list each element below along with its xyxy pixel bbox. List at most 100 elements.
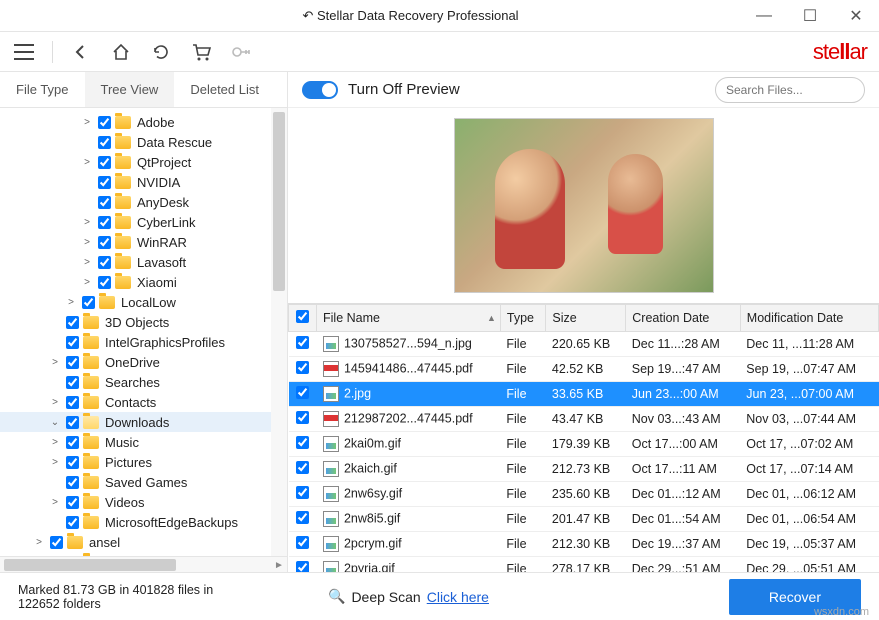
tree-item[interactable]: >Videos <box>0 492 287 512</box>
expand-arrow-icon[interactable]: > <box>80 257 94 268</box>
tree-checkbox[interactable] <box>66 496 79 509</box>
column-size[interactable]: Size <box>546 305 626 332</box>
column-type[interactable]: Type <box>500 305 546 332</box>
tree-item[interactable]: >Contacts <box>0 392 287 412</box>
tree-item[interactable]: >Adobe <box>0 112 287 132</box>
search-box[interactable]: 🔍 <box>715 77 865 103</box>
table-row[interactable]: 2.jpgFile33.65 KBJun 23...:00 AMJun 23, … <box>289 382 879 407</box>
table-row[interactable]: 2kaich.gifFile212.73 KBOct 17...:11 AMOc… <box>289 457 879 482</box>
tree-item[interactable]: 3D Objects <box>0 312 287 332</box>
tree-checkbox[interactable] <box>98 216 111 229</box>
tree-checkbox[interactable] <box>66 516 79 529</box>
table-row[interactable]: 2pyrja.gifFile278.17 KBDec 29...:51 AMDe… <box>289 557 879 573</box>
tree-item[interactable]: MicrosoftEdgeBackups <box>0 512 287 532</box>
tree-item[interactable]: >CyberLink <box>0 212 287 232</box>
row-checkbox[interactable] <box>296 361 309 374</box>
tree-checkbox[interactable] <box>66 376 79 389</box>
expand-arrow-icon[interactable]: > <box>80 237 94 248</box>
tree-checkbox[interactable] <box>98 236 111 249</box>
tab-tree-view[interactable]: Tree View <box>85 72 175 107</box>
tree-item[interactable]: Searches <box>0 372 287 392</box>
column-checkbox[interactable] <box>289 305 317 332</box>
expand-arrow-icon[interactable]: > <box>80 217 94 228</box>
table-row[interactable]: 2kai0m.gifFile179.39 KBOct 17...:00 AMOc… <box>289 432 879 457</box>
tree-item[interactable]: >Pictures <box>0 452 287 472</box>
tree-item[interactable]: Data Rescue <box>0 132 287 152</box>
column-filename[interactable]: File Name▲ <box>317 305 501 332</box>
tree-checkbox[interactable] <box>66 456 79 469</box>
tree-item[interactable]: >ansel <box>0 532 287 552</box>
tree-checkbox[interactable] <box>66 476 79 489</box>
tree-item[interactable]: >WinRAR <box>0 232 287 252</box>
tree-item[interactable]: >Xiaomi <box>0 272 287 292</box>
table-row[interactable]: 212987202...47445.pdfFile43.47 KBNov 03.… <box>289 407 879 432</box>
expand-arrow-icon[interactable]: ⌄ <box>48 417 62 428</box>
expand-arrow-icon[interactable]: > <box>48 457 62 468</box>
tree-item[interactable]: >QtProject <box>0 152 287 172</box>
close-button[interactable]: ✕ <box>833 0 879 32</box>
minimize-button[interactable]: — <box>741 0 787 32</box>
tab-file-type[interactable]: File Type <box>0 72 85 107</box>
table-row[interactable]: 2nw6sy.gifFile235.60 KBDec 01...:12 AMDe… <box>289 482 879 507</box>
tree-horizontal-scrollbar[interactable]: ◄ ► <box>0 556 287 572</box>
tree-item[interactable]: ⌄Downloads <box>0 412 287 432</box>
menu-icon[interactable] <box>12 40 36 64</box>
tree-checkbox[interactable] <box>66 336 79 349</box>
tree-checkbox[interactable] <box>98 256 111 269</box>
tree-checkbox[interactable] <box>66 396 79 409</box>
tree-item[interactable]: >OneDrive <box>0 352 287 372</box>
key-icon[interactable] <box>229 40 253 64</box>
deep-scan-link[interactable]: Click here <box>427 589 489 605</box>
expand-arrow-icon[interactable]: > <box>48 357 62 368</box>
tree-item[interactable]: AnyDesk <box>0 192 287 212</box>
tree-checkbox[interactable] <box>82 296 95 309</box>
column-creation-date[interactable]: Creation Date <box>626 305 741 332</box>
tree-checkbox[interactable] <box>98 196 111 209</box>
tree-item[interactable]: NVIDIA <box>0 172 287 192</box>
tree-item[interactable]: >LocalLow <box>0 292 287 312</box>
search-input[interactable] <box>726 83 879 97</box>
tree-checkbox[interactable] <box>98 176 111 189</box>
expand-arrow-icon[interactable]: > <box>80 117 94 128</box>
row-checkbox[interactable] <box>296 536 309 549</box>
tree-checkbox[interactable] <box>66 356 79 369</box>
expand-arrow-icon[interactable]: > <box>48 437 62 448</box>
tree-item[interactable]: Saved Games <box>0 472 287 492</box>
folder-tree[interactable]: >AdobeData Rescue>QtProjectNVIDIAAnyDesk… <box>0 108 287 556</box>
tree-item[interactable]: >Music <box>0 432 287 452</box>
table-row[interactable]: 2nw8i5.gifFile201.47 KBDec 01...:54 AMDe… <box>289 507 879 532</box>
refresh-icon[interactable] <box>149 40 173 64</box>
row-checkbox[interactable] <box>296 561 309 572</box>
tree-checkbox[interactable] <box>50 536 63 549</box>
preview-toggle[interactable] <box>302 81 338 99</box>
row-checkbox[interactable] <box>296 411 309 424</box>
table-row[interactable]: 145941486...47445.pdfFile42.52 KBSep 19.… <box>289 357 879 382</box>
table-row[interactable]: 2pcrym.gifFile212.30 KBDec 19...:37 AMDe… <box>289 532 879 557</box>
tree-item[interactable]: IntelGraphicsProfiles <box>0 332 287 352</box>
table-row[interactable]: 130758527...594_n.jpgFile220.65 KBDec 11… <box>289 332 879 357</box>
cart-icon[interactable] <box>189 40 213 64</box>
row-checkbox[interactable] <box>296 336 309 349</box>
tree-checkbox[interactable] <box>98 276 111 289</box>
tree-vertical-scrollbar[interactable] <box>271 108 287 556</box>
tree-checkbox[interactable] <box>98 136 111 149</box>
home-icon[interactable] <box>109 40 133 64</box>
row-checkbox[interactable] <box>296 461 309 474</box>
tree-item[interactable]: >Lavasoft <box>0 252 287 272</box>
maximize-button[interactable]: ☐ <box>787 0 833 32</box>
row-checkbox[interactable] <box>296 436 309 449</box>
tree-checkbox[interactable] <box>66 436 79 449</box>
tree-checkbox[interactable] <box>66 416 79 429</box>
expand-arrow-icon[interactable]: > <box>48 397 62 408</box>
row-checkbox[interactable] <box>296 386 309 399</box>
column-modification-date[interactable]: Modification Date <box>740 305 878 332</box>
back-icon[interactable] <box>69 40 93 64</box>
tree-checkbox[interactable] <box>66 316 79 329</box>
tree-checkbox[interactable] <box>98 116 111 129</box>
row-checkbox[interactable] <box>296 511 309 524</box>
row-checkbox[interactable] <box>296 486 309 499</box>
expand-arrow-icon[interactable]: > <box>80 157 94 168</box>
expand-arrow-icon[interactable]: > <box>32 537 46 548</box>
tree-checkbox[interactable] <box>98 156 111 169</box>
expand-arrow-icon[interactable]: > <box>48 497 62 508</box>
